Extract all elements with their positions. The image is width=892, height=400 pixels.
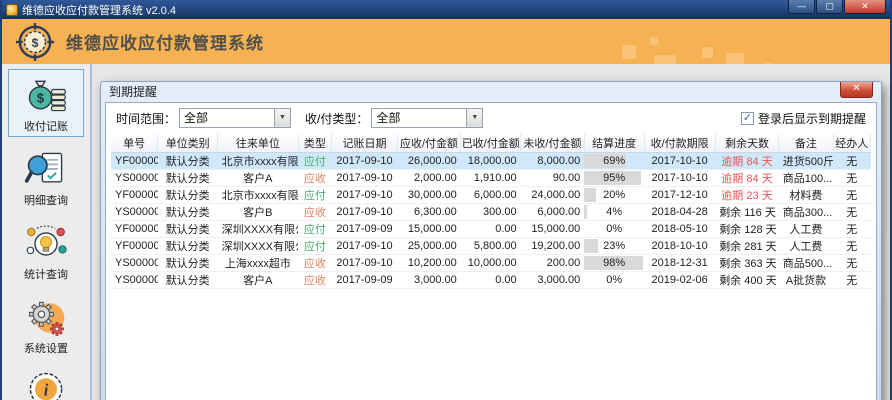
chevron-down-icon[interactable]: ▼ [466, 109, 483, 127]
target-dollar-logo-icon: $ [16, 22, 54, 61]
info-bubble-icon: i [29, 372, 63, 400]
magnifier-document-icon [24, 152, 63, 183]
column-header[interactable]: 往来单位 [217, 134, 299, 153]
time-range-label: 时间范围： [116, 111, 177, 126]
type-badge: 应收 [303, 257, 326, 270]
table-body: YF0000001默认分类北京市xxxx有限...应付2017-09-1026,… [111, 152, 871, 289]
due-reminder-dialog: 到期提醒 ✕ 时间范围： 全部 ▼ 收/付类型： 全部 ▼ ✓ 登录后显示到期提… [100, 81, 882, 400]
column-header[interactable]: 结算进度 [584, 134, 645, 153]
pay-type-select[interactable]: 全部 ▼ [371, 108, 484, 128]
sidebar-item-about[interactable]: i [8, 365, 84, 400]
filter-bar: 时间范围： 全部 ▼ 收/付类型： 全部 ▼ ✓ 登录后显示到期提醒 [106, 103, 876, 133]
table-header-row: 单号 单位类别 往来单位 类型 记账日期 应收/付金额 已收/付金额 未收/付金额 结算进度 收/… [111, 134, 872, 153]
pay-type-label: 收/付类型： [305, 111, 369, 126]
lightbulb-dots-icon [26, 225, 67, 256]
column-header[interactable]: 未收/付金额 [520, 134, 585, 153]
table-row[interactable]: YS0000003默认分类上海xxxx超市应收2017-09-1010,200.… [111, 254, 871, 272]
show-on-login-checkbox[interactable]: ✓ 登录后显示到期提醒 [740, 110, 866, 127]
progress-cell: 0% [584, 271, 645, 289]
moneybag-coins-icon: $ [28, 80, 66, 112]
progress-cell: 69% [584, 152, 645, 170]
type-badge: 应付 [303, 189, 326, 202]
dialog-close-button[interactable]: ✕ [840, 82, 873, 98]
time-range-value: 全部 [184, 111, 209, 125]
dialog-titlebar: 到期提醒 ✕ [105, 82, 877, 102]
remaining-days: 逾期 84 天 [721, 155, 773, 168]
column-header[interactable]: 剩余天数 [715, 134, 780, 153]
sidebar-item-statistics-query[interactable]: 统计查询 [8, 217, 84, 285]
app-header: $ 维德应收应付款管理系统 [2, 19, 890, 64]
table-row[interactable]: YF0000001默认分类北京市xxxx有限...应付2017-09-1026,… [111, 152, 871, 170]
column-header[interactable]: 记账日期 [331, 134, 398, 153]
app-name: 维德应收应付款管理系统 [66, 34, 264, 53]
remaining-days: 剩余 400 天 [719, 274, 777, 287]
progress-cell: 98% [584, 254, 645, 272]
type-badge: 应收 [303, 206, 326, 219]
column-header[interactable]: 经办人 [833, 134, 872, 153]
decorative-square [702, 47, 713, 58]
remaining-days: 剩余 363 天 [719, 257, 777, 270]
close-button[interactable]: ✕ [844, 0, 886, 14]
remaining-days: 剩余 116 天 [719, 206, 776, 219]
progress-cell: 20% [584, 186, 645, 204]
svg-text:i: i [44, 381, 49, 400]
decorative-square [650, 37, 658, 45]
sidebar-item-detail-query[interactable]: 明细查询 [8, 143, 84, 211]
type-badge: 应付 [303, 155, 326, 168]
sidebar-item-bookkeeping[interactable]: $ 收付记账 [8, 69, 84, 137]
remaining-days: 剩余 281 天 [719, 240, 777, 253]
column-header[interactable]: 已收/付金额 [460, 134, 522, 153]
checkbox-check-icon[interactable]: ✓ [740, 111, 754, 125]
progress-cell: 23% [584, 237, 645, 255]
column-header[interactable]: 类型 [298, 134, 333, 153]
column-header[interactable]: 应收/付金额 [397, 134, 462, 153]
column-header[interactable]: 备注 [778, 134, 834, 153]
app-icon [6, 3, 18, 16]
time-range-select[interactable]: 全部 ▼ [179, 108, 292, 128]
titlebar: 维德应收应付款管理系统 v2.0.4 — ▢ ✕ [2, 0, 890, 19]
decorative-square [726, 53, 744, 64]
table-row[interactable]: YS0000002默认分类客户B应收2017-09-106,300.00300.… [111, 203, 871, 221]
type-badge: 应付 [303, 240, 326, 253]
remaining-days: 逾期 84 天 [721, 172, 773, 185]
table-row[interactable]: YF0000002默认分类北京市xxxx有限...应付2017-09-1030,… [111, 186, 871, 204]
dialog-content: 时间范围： 全部 ▼ 收/付类型： 全部 ▼ ✓ 登录后显示到期提醒 单号 单位… [105, 102, 877, 400]
dialog-title: 到期提醒 [109, 85, 158, 99]
pay-type-value: 全部 [376, 111, 401, 125]
sidebar-item-label: 收付记账 [24, 121, 68, 133]
chevron-down-icon[interactable]: ▼ [274, 109, 291, 127]
sidebar: $ 收付记账 明细查询 统计查询 系统设置 i [2, 64, 92, 400]
sidebar-item-system-settings[interactable]: 系统设置 [8, 291, 84, 359]
progress-cell: 4% [584, 203, 645, 221]
due-table: 单号 单位类别 往来单位 类型 记账日期 应收/付金额 已收/付金额 未收/付金额 结算进度 收/… [111, 134, 872, 289]
gears-icon [28, 301, 65, 336]
main-area: 到期提醒 ✕ 时间范围： 全部 ▼ 收/付类型： 全部 ▼ ✓ 登录后显示到期提… [92, 64, 890, 400]
maximize-button[interactable]: ▢ [816, 0, 843, 14]
table-row[interactable]: YS0000004默认分类客户A应收2017-09-102,000.001,91… [111, 169, 871, 187]
remaining-days: 剩余 128 天 [719, 223, 777, 236]
column-header[interactable]: 收/付款期限 [644, 134, 716, 153]
sidebar-item-label: 系统设置 [24, 343, 68, 355]
svg-text:$: $ [32, 35, 39, 49]
decorative-square [622, 45, 636, 59]
sidebar-item-label: 统计查询 [24, 269, 68, 281]
progress-cell: 95% [584, 169, 645, 187]
type-badge: 应收 [303, 274, 326, 287]
minimize-button[interactable]: — [788, 0, 815, 14]
type-badge: 应收 [303, 172, 326, 185]
type-badge: 应付 [303, 223, 326, 236]
decorative-square [654, 55, 676, 64]
table-row[interactable]: YF0000004默认分类深圳XXXX有限公...应付2017-09-0915,… [111, 220, 871, 238]
app-window: 维德应收应付款管理系统 v2.0.4 — ▢ ✕ $ 维德应收应付款管理系统 $… [0, 0, 892, 400]
column-header[interactable]: 单位类别 [157, 134, 219, 153]
column-header[interactable]: 单号 [111, 134, 159, 153]
table-row[interactable]: YF0000003默认分类深圳XXXX有限公...应付2017-09-1025,… [111, 237, 871, 255]
table-row[interactable]: YS0000001默认分类客户A应收2017-09-093,000.000.00… [111, 271, 871, 289]
sidebar-item-label: 明细查询 [24, 195, 68, 207]
window-title: 维德应收应付款管理系统 v2.0.4 [22, 4, 177, 17]
progress-cell: 0% [584, 220, 645, 238]
svg-text:$: $ [37, 90, 44, 105]
remaining-days: 逾期 23 天 [721, 189, 773, 202]
checkbox-label: 登录后显示到期提醒 [757, 111, 866, 126]
